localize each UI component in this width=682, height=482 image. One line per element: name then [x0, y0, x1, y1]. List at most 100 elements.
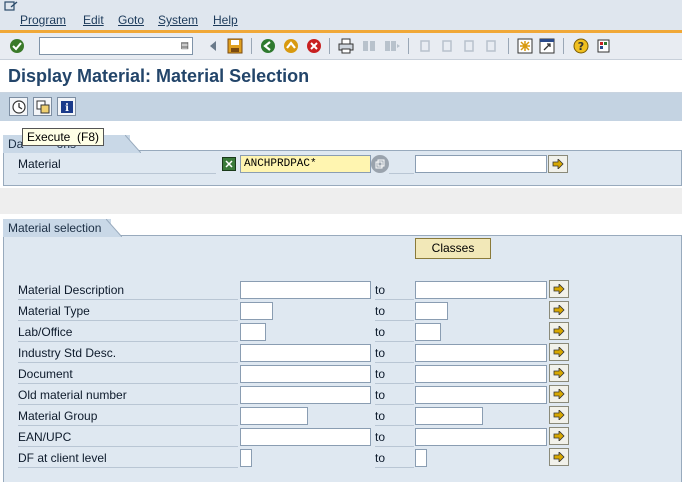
back-green-icon[interactable] — [259, 37, 277, 55]
enter-check-icon[interactable] — [8, 37, 26, 55]
material-to-input[interactable] — [415, 155, 547, 173]
multiple-selection-button[interactable] — [548, 155, 568, 173]
classes-button[interactable]: Classes — [415, 238, 491, 259]
material-to-separator — [389, 155, 414, 174]
row-label: Document — [18, 365, 238, 384]
previous-page-icon[interactable] — [438, 37, 456, 55]
arrow-right-icon — [553, 452, 565, 462]
row-to-input[interactable] — [415, 344, 547, 362]
row-to-input[interactable] — [415, 302, 448, 320]
arrow-right-icon — [553, 305, 565, 315]
info-icon: i — [60, 100, 73, 114]
multiple-selection-button[interactable] — [549, 364, 569, 382]
row-label: Lab/Office — [18, 323, 238, 342]
system-menu-icon[interactable] — [4, 1, 18, 11]
last-page-icon[interactable] — [482, 37, 500, 55]
row-to-input[interactable] — [415, 386, 547, 404]
search-help-icon[interactable] — [371, 155, 389, 173]
material-selection-tab-label: Material selection — [8, 221, 102, 235]
row-to-input[interactable] — [415, 428, 547, 446]
multiple-selection-button[interactable] — [549, 280, 569, 298]
command-field[interactable]: ▤ — [39, 37, 193, 55]
toolbar-separator — [408, 38, 409, 54]
row-from-input[interactable] — [240, 449, 252, 467]
selection-option-icon[interactable] — [222, 157, 236, 171]
copy-icon — [36, 100, 49, 113]
row-label: Material Type — [18, 302, 238, 321]
arrow-right-icon — [553, 284, 565, 294]
get-variant-button[interactable] — [33, 97, 52, 116]
row-from-input[interactable] — [240, 386, 371, 404]
multiple-selection-button[interactable] — [549, 406, 569, 424]
row-label: Old material number — [18, 386, 238, 405]
svg-text:i: i — [65, 103, 69, 114]
back-triangle-icon[interactable] — [204, 37, 222, 55]
multiple-selection-button[interactable] — [549, 448, 569, 466]
row-from-input[interactable] — [240, 344, 371, 362]
row-label: Industry Std Desc. — [18, 344, 238, 363]
row-label: DF at client level — [18, 449, 238, 468]
execute-clock-icon — [11, 99, 26, 114]
row-from-input[interactable] — [240, 281, 371, 299]
menu-help[interactable]: Help — [213, 13, 238, 27]
material-selection-tab: Material selection — [3, 219, 111, 237]
first-page-icon[interactable] — [416, 37, 434, 55]
tab-corner — [125, 135, 141, 153]
separator-band — [0, 188, 682, 214]
menu-goto[interactable]: Goto — [118, 13, 144, 27]
row-to-input[interactable] — [415, 407, 483, 425]
row-to-input[interactable] — [415, 281, 547, 299]
row-to-input[interactable] — [415, 365, 547, 383]
toolbar-separator — [329, 38, 330, 54]
row-from-input[interactable] — [240, 365, 371, 383]
multiple-selection-button[interactable] — [549, 427, 569, 445]
menu-bar: Program Edit Goto System Help — [0, 0, 682, 30]
row-from-input[interactable] — [240, 428, 371, 446]
execute-button[interactable] — [9, 97, 28, 116]
row-to-label: to — [375, 281, 414, 300]
row-to-input[interactable] — [415, 323, 441, 341]
standard-toolbar: ▤ ? — [0, 33, 682, 60]
execute-tooltip: Execute (F8) — [22, 128, 105, 146]
tab-corner — [106, 219, 122, 237]
cancel-icon[interactable] — [305, 37, 323, 55]
exit-up-icon[interactable] — [282, 37, 300, 55]
command-history-icon[interactable]: ▤ — [180, 40, 189, 51]
row-to-label: to — [375, 365, 414, 384]
find-icon[interactable] — [360, 37, 378, 55]
row-to-label: to — [375, 302, 414, 321]
toolbar-separator — [251, 38, 252, 54]
multiple-selection-button[interactable] — [549, 322, 569, 340]
toolbar-separator — [563, 38, 564, 54]
multiple-selection-button[interactable] — [549, 385, 569, 403]
next-page-icon[interactable] — [460, 37, 478, 55]
find-next-icon[interactable] — [383, 37, 401, 55]
multiple-selection-button[interactable] — [549, 343, 569, 361]
new-session-icon[interactable] — [516, 37, 534, 55]
help-icon[interactable]: ? — [572, 37, 590, 55]
menu-edit[interactable]: Edit — [83, 13, 104, 27]
row-to-input[interactable] — [415, 449, 427, 467]
arrow-right-icon — [553, 431, 565, 441]
row-to-label: to — [375, 344, 414, 363]
customize-layout-icon[interactable] — [595, 37, 613, 55]
menu-program[interactable]: Program — [20, 13, 66, 27]
arrow-right-icon — [553, 347, 565, 357]
row-from-input[interactable] — [240, 407, 308, 425]
row-label: Material Group — [18, 407, 238, 426]
shortcut-icon[interactable] — [538, 37, 556, 55]
save-icon[interactable] — [226, 37, 244, 55]
menu-system[interactable]: System — [158, 13, 198, 27]
material-label: Material — [18, 155, 216, 174]
material-from-input[interactable]: ANCHPRDPAC* — [240, 155, 371, 173]
row-label: Material Description — [18, 281, 238, 300]
print-icon[interactable] — [337, 37, 355, 55]
page-title: Display Material: Material Selection — [8, 66, 310, 86]
arrow-right-icon — [553, 410, 565, 420]
row-to-label: to — [375, 407, 414, 426]
row-from-input[interactable] — [240, 323, 266, 341]
info-button[interactable]: i — [57, 97, 76, 116]
row-from-input[interactable] — [240, 302, 273, 320]
multiple-selection-button[interactable] — [549, 301, 569, 319]
arrow-right-icon — [553, 389, 565, 399]
